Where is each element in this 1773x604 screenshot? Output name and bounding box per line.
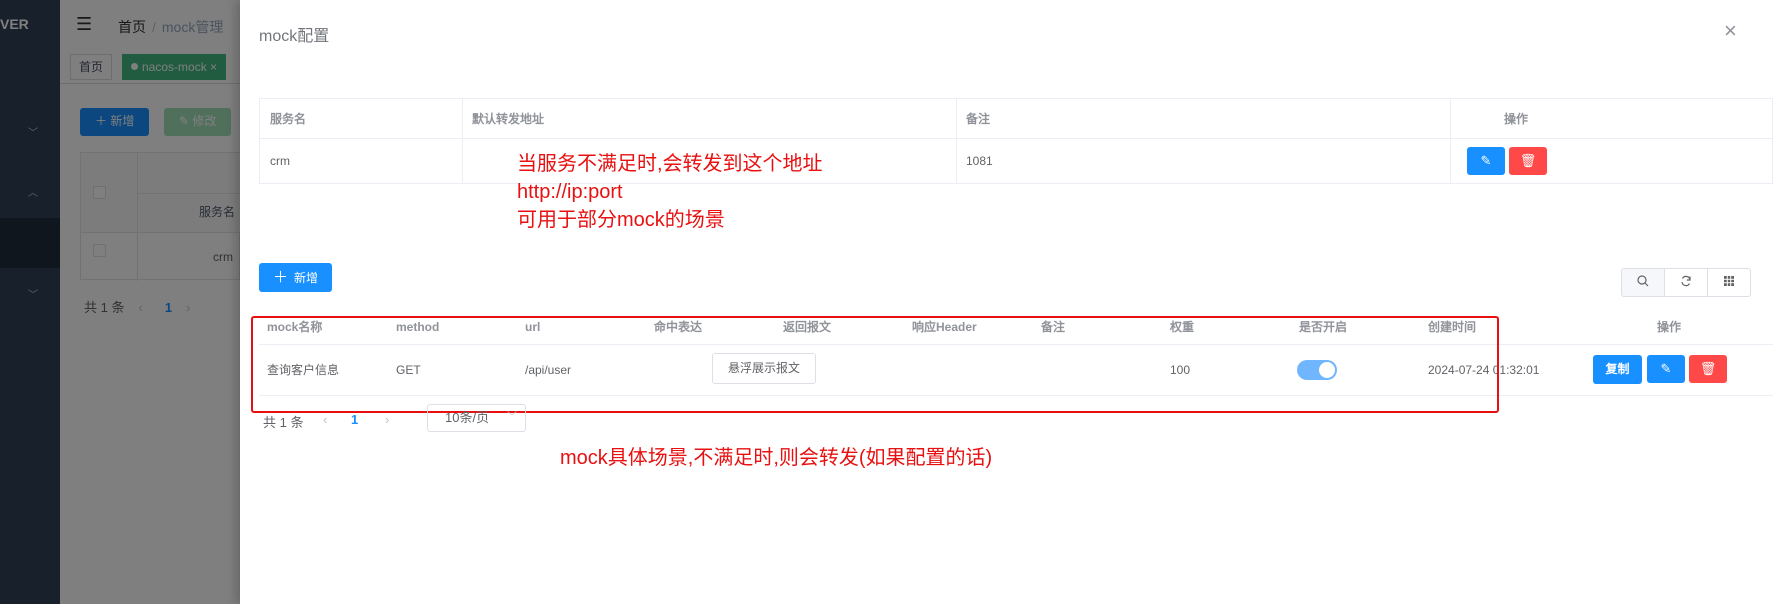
cell-service: crm [270,154,290,168]
copy-button[interactable]: 复制 [1593,355,1642,384]
column-header-forward-address: 默认转发地址 [472,112,545,126]
plus-icon: ＋ [273,269,289,286]
column-header-remark: 备注 [966,112,991,126]
drawer-title: mock配置 [259,28,330,45]
annotation-forward-line1: 当服务不满足时,会转发到这个地址 [517,153,823,175]
modal-overlay[interactable] [0,0,240,604]
pagination-total: 共 1 条 [263,415,304,430]
column-header-actions: 操作 [1503,112,1528,126]
close-icon[interactable]: × [1724,20,1737,42]
column-header-actions: 操作 [1657,320,1682,334]
table-toolbar [1621,268,1754,297]
column-header-service: 服务名 [270,112,307,126]
annotation-forward-line3: 可用于部分mock的场景 [517,209,725,231]
service-config-table: 服务名 默认转发地址 备注 操作 crm 1081 ✎ 🗑 [259,98,1773,184]
delete-button[interactable]: 🗑 [1509,147,1547,175]
next-page-icon[interactable]: › [385,412,389,427]
columns-icon[interactable] [1707,268,1751,297]
edit-mock-button[interactable]: ✎ [1647,355,1685,383]
cell-forward-address [462,139,472,183]
edit-icon: ✎ [1660,361,1672,376]
prev-page-icon[interactable]: ‹ [323,412,327,427]
page-number[interactable]: 1 [351,412,358,427]
refresh-icon[interactable] [1664,268,1708,297]
annotation-mock-scenario: mock具体场景,不满足时,则会转发(如果配置的话) [560,447,993,469]
page-size-select[interactable]: 10条/页 ﹀ [427,404,526,432]
cell-remark: 1081 [966,154,993,168]
mock-config-drawer: mock配置 × 服务名 默认转发地址 备注 操作 crm 1081 ✎ 🗑 当… [240,0,1773,604]
search-icon[interactable] [1621,268,1665,297]
annotation-forward-line2: http://ip:port [517,181,623,203]
delete-mock-button[interactable]: 🗑 [1689,355,1727,383]
chevron-down-icon: ﹀ [507,412,517,423]
annotation-highlight-box [251,316,1499,413]
trash-icon: 🗑 [1519,153,1537,168]
trash-icon: 🗑 [1699,361,1717,376]
background-app: VER ﹀ ︿ ﹀ ☰ 首页/mock管理 首页 nacos-mock × ＋ … [0,0,240,604]
edit-button[interactable]: ✎ [1467,147,1505,175]
edit-icon: ✎ [1480,153,1492,168]
add-mock-button[interactable]: ＋新增 [259,263,333,292]
